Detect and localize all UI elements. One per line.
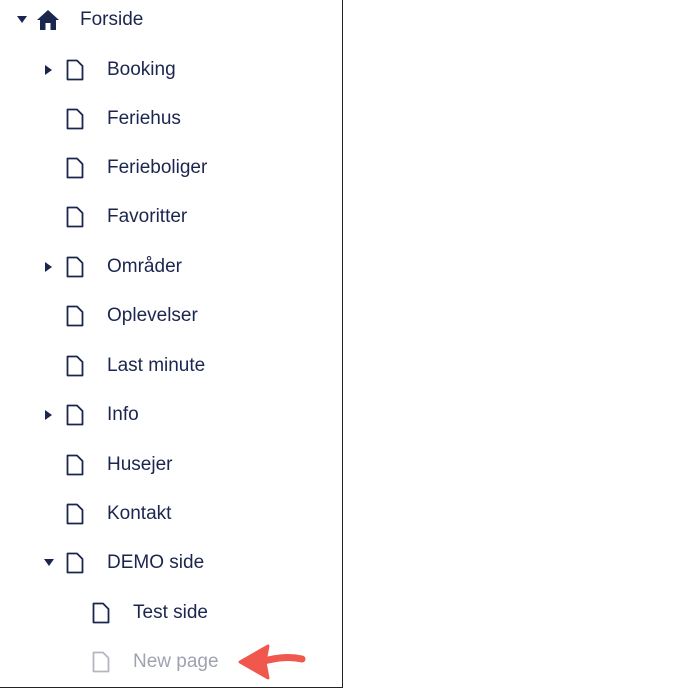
document-icon — [66, 305, 88, 327]
document-icon — [66, 157, 88, 179]
caret-down-icon[interactable] — [42, 556, 56, 570]
tree-node-feriehus[interactable]: Feriehus — [0, 99, 340, 139]
document-icon — [92, 651, 114, 673]
tree-node-label: Feriehus — [107, 108, 181, 129]
tree-node-label: Husejer — [107, 454, 173, 475]
tree-node-label: DEMO side — [107, 552, 205, 573]
tree-node-test-side[interactable]: Test side — [0, 593, 340, 633]
document-icon — [66, 503, 88, 525]
tree-node-ferieboliger[interactable]: Ferieboliger — [0, 148, 340, 188]
tree-node-oplevelser[interactable]: Oplevelser — [0, 296, 340, 336]
tree-node-label: Ferieboliger — [107, 157, 208, 178]
tree-node-forside[interactable]: Forside — [0, 0, 340, 40]
tree-node-label: Last minute — [107, 355, 206, 376]
tree-node-label: Booking — [107, 59, 176, 80]
document-icon — [92, 602, 114, 624]
tree-node-label: Kontakt — [107, 503, 172, 524]
caret-right-icon[interactable] — [42, 260, 56, 274]
tree-node-demo-side[interactable]: DEMO side — [0, 543, 340, 583]
caret-right-icon[interactable] — [42, 408, 56, 422]
tree-node-last-minute[interactable]: Last minute — [0, 346, 340, 386]
document-icon — [66, 59, 88, 81]
tree-node-info[interactable]: Info — [0, 395, 340, 435]
tree-node-label: Oplevelser — [107, 305, 198, 326]
document-icon — [66, 256, 88, 278]
document-icon — [66, 355, 88, 377]
document-icon — [66, 108, 88, 130]
tree-node-label: New page — [133, 651, 219, 672]
tree-node-label: Info — [107, 404, 139, 425]
tree-node-kontakt[interactable]: Kontakt — [0, 494, 340, 534]
tree-node-husejer[interactable]: Husejer — [0, 445, 340, 485]
tree-node-label: Forside — [80, 9, 144, 30]
document-icon — [66, 404, 88, 426]
content-tree-panel: Forside Booking Feriehus Ferieboliger Fa… — [0, 0, 343, 688]
tree-node-omrader[interactable]: Områder — [0, 247, 340, 287]
tree-node-favoritter[interactable]: Favoritter — [0, 197, 340, 237]
annotation-arrow-icon — [238, 640, 306, 684]
tree-node-label: Favoritter — [107, 206, 188, 227]
home-icon — [36, 9, 59, 31]
caret-down-icon[interactable] — [15, 13, 29, 27]
document-icon — [66, 454, 88, 476]
tree-node-booking[interactable]: Booking — [0, 50, 340, 90]
caret-right-icon[interactable] — [42, 63, 56, 77]
tree-node-label: Test side — [133, 602, 208, 623]
document-icon — [66, 206, 88, 228]
document-icon — [66, 552, 88, 574]
tree-node-label: Områder — [107, 256, 182, 277]
